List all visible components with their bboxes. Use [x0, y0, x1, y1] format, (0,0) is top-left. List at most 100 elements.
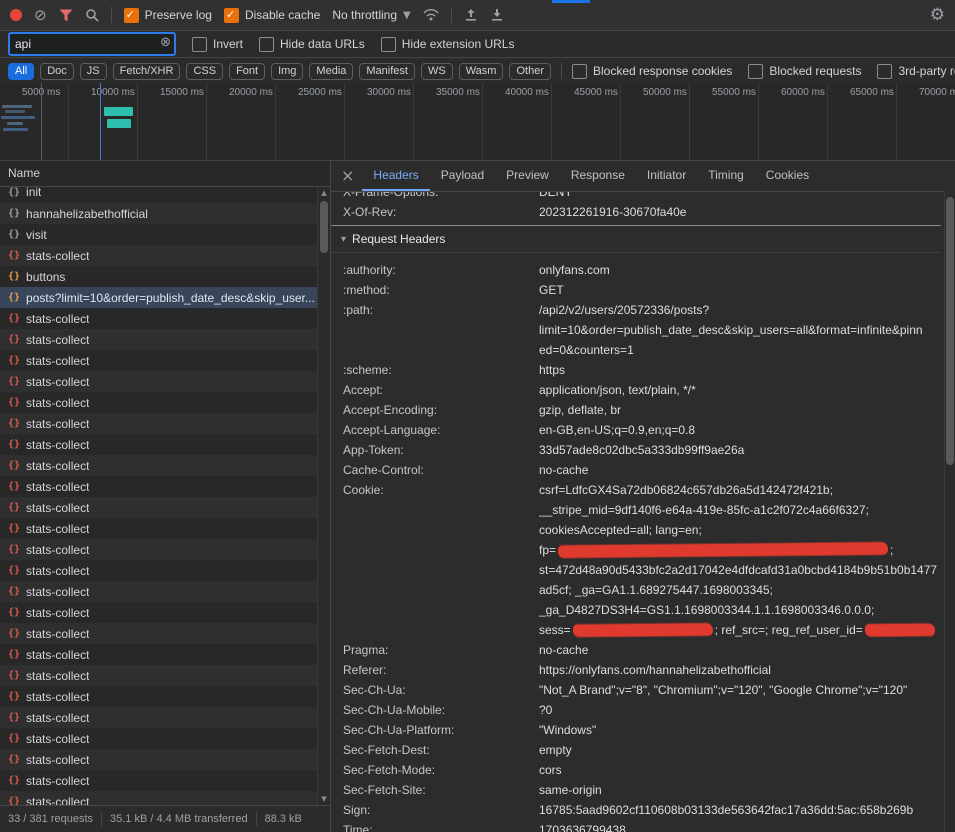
scroll-up-icon[interactable]: ▲: [318, 189, 330, 197]
summary-bar: 33 / 381 requests 35.1 kB / 4.4 MB trans…: [0, 805, 330, 832]
details-scrollbar[interactable]: [944, 191, 955, 832]
invert-checkbox[interactable]: Invert: [192, 37, 243, 52]
close-details-icon[interactable]: ×: [341, 166, 362, 187]
type-filter-media[interactable]: Media: [309, 63, 353, 80]
request-row[interactable]: {}stats-collect: [0, 329, 317, 350]
value-line: fp=;: [539, 540, 941, 560]
request-row[interactable]: {}hannahelizabethofficial: [0, 203, 317, 224]
network-filter-bar: ⊗ Invert Hide data URLs Hide extension U…: [0, 31, 955, 58]
request-row[interactable]: {}stats-collect: [0, 539, 317, 560]
header-row: :method:GET: [331, 280, 941, 300]
request-row[interactable]: {}stats-collect: [0, 434, 317, 455]
timeline-marker: [100, 83, 101, 160]
request-row[interactable]: {}stats-collect: [0, 371, 317, 392]
json-braces-icon: {}: [8, 712, 20, 723]
type-filter-fetch-xhr[interactable]: Fetch/XHR: [113, 63, 181, 80]
throttling-dropdown[interactable]: No throttling ▼: [332, 8, 410, 22]
request-row[interactable]: {}stats-collect: [0, 665, 317, 686]
json-braces-icon: {}: [8, 523, 20, 534]
checkbox-blocked-response-cookies[interactable]: Blocked response cookies: [572, 64, 732, 79]
name-column-header[interactable]: Name: [0, 161, 330, 187]
request-row[interactable]: {}stats-collect: [0, 749, 317, 770]
disable-cache-checkbox[interactable]: Disable cache: [224, 8, 320, 23]
request-row[interactable]: {}stats-collect: [0, 644, 317, 665]
request-row[interactable]: {}stats-collect: [0, 350, 317, 371]
json-braces-icon: {}: [8, 607, 20, 618]
request-row[interactable]: {}stats-collect: [0, 308, 317, 329]
type-filter-ws[interactable]: WS: [421, 63, 453, 80]
type-filter-manifest[interactable]: Manifest: [359, 63, 415, 80]
request-headers-section[interactable]: ▾ Request Headers: [331, 225, 941, 253]
request-name: stats-collect: [26, 375, 89, 389]
request-row[interactable]: {}stats-collect: [0, 686, 317, 707]
time-tick-label: 45000 ms: [574, 87, 618, 98]
request-row[interactable]: {}stats-collect: [0, 602, 317, 623]
request-row[interactable]: {}stats-collect: [0, 413, 317, 434]
header-row: :scheme:https: [331, 360, 941, 380]
request-name: stats-collect: [26, 459, 89, 473]
request-row[interactable]: {}stats-collect: [0, 770, 317, 791]
header-value: /api2/v2/users/20572336/posts?limit=10&o…: [539, 300, 941, 360]
request-row[interactable]: {}stats-collect: [0, 476, 317, 497]
request-row[interactable]: {}stats-collect: [0, 707, 317, 728]
request-row[interactable]: {}buttons: [0, 266, 317, 287]
value-line: csrf=LdfcGX4Sa72db06824c657db26a5d142472…: [539, 480, 941, 500]
scrollbar-thumb[interactable]: [946, 197, 954, 465]
request-row[interactable]: {}stats-collect: [0, 581, 317, 602]
filter-input[interactable]: [10, 37, 153, 51]
hide-extension-urls-checkbox[interactable]: Hide extension URLs: [381, 37, 515, 52]
json-braces-icon: {}: [8, 292, 20, 303]
json-braces-icon: {}: [8, 418, 20, 429]
hide-data-urls-checkbox[interactable]: Hide data URLs: [259, 37, 365, 52]
checkbox-3rd-party-requests[interactable]: 3rd-party requests: [877, 64, 955, 79]
tab-cookies[interactable]: Cookies: [755, 161, 820, 191]
clear-network-log-icon[interactable]: ⊘: [34, 8, 47, 23]
type-filter-doc[interactable]: Doc: [40, 63, 74, 80]
tab-preview[interactable]: Preview: [495, 161, 560, 191]
requests-panel: Name {}init{}hannahelizabethofficial{}vi…: [0, 161, 331, 832]
type-filter-img[interactable]: Img: [271, 63, 303, 80]
tab-response[interactable]: Response: [560, 161, 636, 191]
record-button[interactable]: [10, 9, 22, 21]
preserve-log-checkbox[interactable]: Preserve log: [124, 8, 212, 23]
request-row[interactable]: {}stats-collect: [0, 245, 317, 266]
header-row: Sec-Fetch-Mode:cors: [331, 760, 941, 780]
scrollbar-thumb[interactable]: [320, 201, 328, 253]
settings-gear-icon[interactable]: ⚙: [930, 5, 945, 25]
filter-icon[interactable]: [59, 9, 73, 22]
tab-headers[interactable]: Headers: [362, 161, 429, 191]
request-row[interactable]: {}visit: [0, 224, 317, 245]
request-row[interactable]: {}init: [0, 187, 317, 203]
request-name: stats-collect: [26, 312, 89, 326]
request-row[interactable]: {}stats-collect: [0, 392, 317, 413]
tab-timing[interactable]: Timing: [697, 161, 755, 191]
type-filter-js[interactable]: JS: [80, 63, 107, 80]
clear-input-icon[interactable]: ⊗: [160, 35, 171, 50]
request-row[interactable]: {}stats-collect: [0, 728, 317, 749]
request-row[interactable]: {}stats-collect: [0, 497, 317, 518]
tab-initiator[interactable]: Initiator: [636, 161, 697, 191]
type-filter-font[interactable]: Font: [229, 63, 265, 80]
type-filter-all[interactable]: All: [8, 63, 34, 80]
request-row[interactable]: {}stats-collect: [0, 623, 317, 644]
type-filter-other[interactable]: Other: [509, 63, 551, 80]
request-row[interactable]: {}posts?limit=10&order=publish_date_desc…: [0, 287, 317, 308]
import-har-icon[interactable]: [464, 8, 478, 22]
checkbox-label: Blocked response cookies: [593, 64, 732, 78]
type-filter-css[interactable]: CSS: [186, 63, 223, 80]
requests-scrollbar[interactable]: ▲ ▼: [317, 187, 330, 805]
header-value: empty: [539, 740, 941, 760]
request-row[interactable]: {}stats-collect: [0, 791, 317, 805]
request-row[interactable]: {}stats-collect: [0, 455, 317, 476]
value-text: st=472d48a90d5433bfc2a2d17042e4dfdcafd31…: [539, 563, 937, 577]
network-conditions-icon[interactable]: [423, 9, 439, 21]
tab-payload[interactable]: Payload: [430, 161, 495, 191]
search-icon[interactable]: [85, 8, 99, 22]
request-row[interactable]: {}stats-collect: [0, 518, 317, 539]
scroll-down-icon[interactable]: ▼: [318, 795, 330, 803]
checkbox-blocked-requests[interactable]: Blocked requests: [748, 64, 861, 79]
overview-strip[interactable]: 5000 ms10000 ms15000 ms20000 ms25000 ms3…: [0, 83, 955, 161]
export-har-icon[interactable]: [490, 8, 504, 22]
request-row[interactable]: {}stats-collect: [0, 560, 317, 581]
type-filter-wasm[interactable]: Wasm: [459, 63, 504, 80]
